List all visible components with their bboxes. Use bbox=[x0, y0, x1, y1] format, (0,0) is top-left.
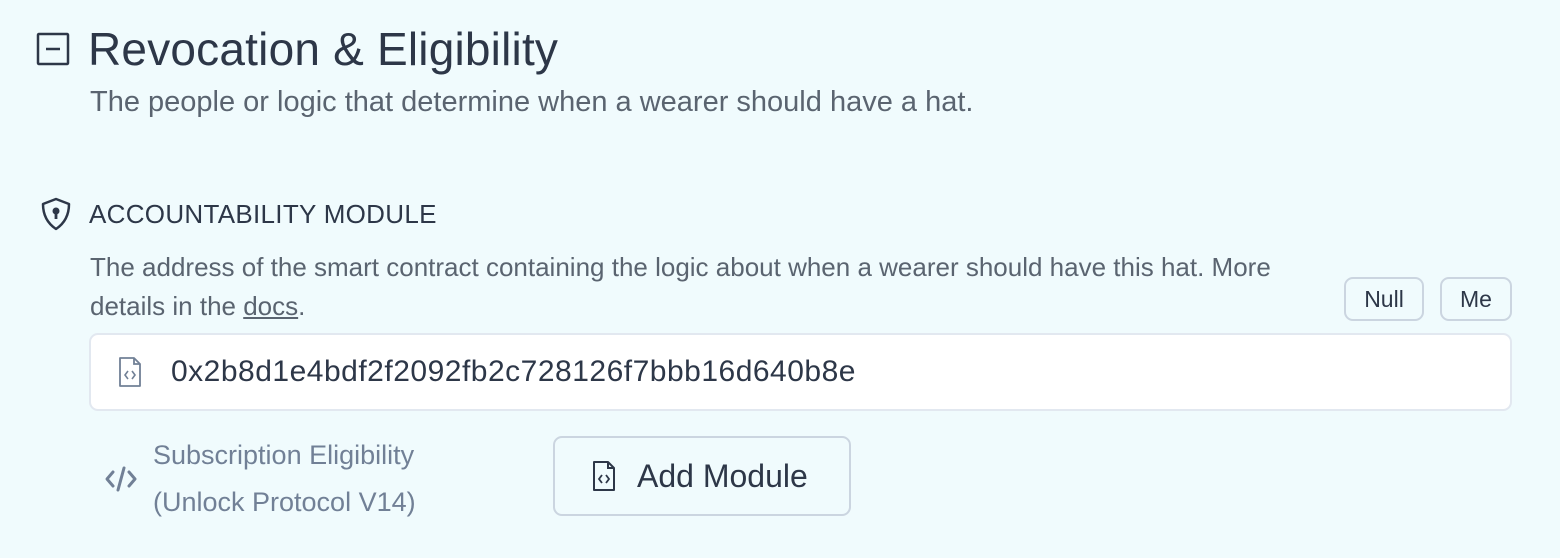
module-description: The address of the smart contract contai… bbox=[90, 248, 1290, 326]
module-label-row: ACCOUNTABILITY MODULE bbox=[40, 197, 437, 231]
file-code-icon bbox=[117, 356, 143, 388]
shield-icon bbox=[40, 197, 72, 231]
module-description-end: . bbox=[298, 291, 306, 321]
add-module-button[interactable]: Add Module bbox=[553, 436, 851, 516]
file-code-icon bbox=[591, 460, 617, 492]
add-module-label: Add Module bbox=[637, 457, 808, 494]
null-button[interactable]: Null bbox=[1344, 277, 1424, 321]
section-description: The people or logic that determine when … bbox=[90, 86, 974, 118]
module-name-line2: (Unlock Protocol V14) bbox=[153, 487, 416, 517]
code-icon bbox=[104, 464, 138, 494]
me-button[interactable]: Me bbox=[1440, 277, 1512, 321]
section-title: Revocation & Eligibility bbox=[88, 23, 559, 75]
module-label: ACCOUNTABILITY MODULE bbox=[89, 198, 437, 229]
detected-module: Subscription Eligibility (Unlock Protoco… bbox=[104, 432, 416, 526]
section-header: Revocation & Eligibility bbox=[36, 22, 558, 76]
docs-link[interactable]: docs bbox=[243, 291, 298, 321]
minus-square-icon[interactable] bbox=[36, 32, 70, 66]
module-name: Subscription Eligibility (Unlock Protoco… bbox=[153, 432, 416, 526]
address-value[interactable]: 0x2b8d1e4bdf2f2092fb2c728126f7bbb16d640b… bbox=[171, 355, 856, 389]
address-input[interactable]: 0x2b8d1e4bdf2f2092fb2c728126f7bbb16d640b… bbox=[89, 333, 1512, 411]
module-name-line1: Subscription Eligibility bbox=[153, 440, 415, 470]
